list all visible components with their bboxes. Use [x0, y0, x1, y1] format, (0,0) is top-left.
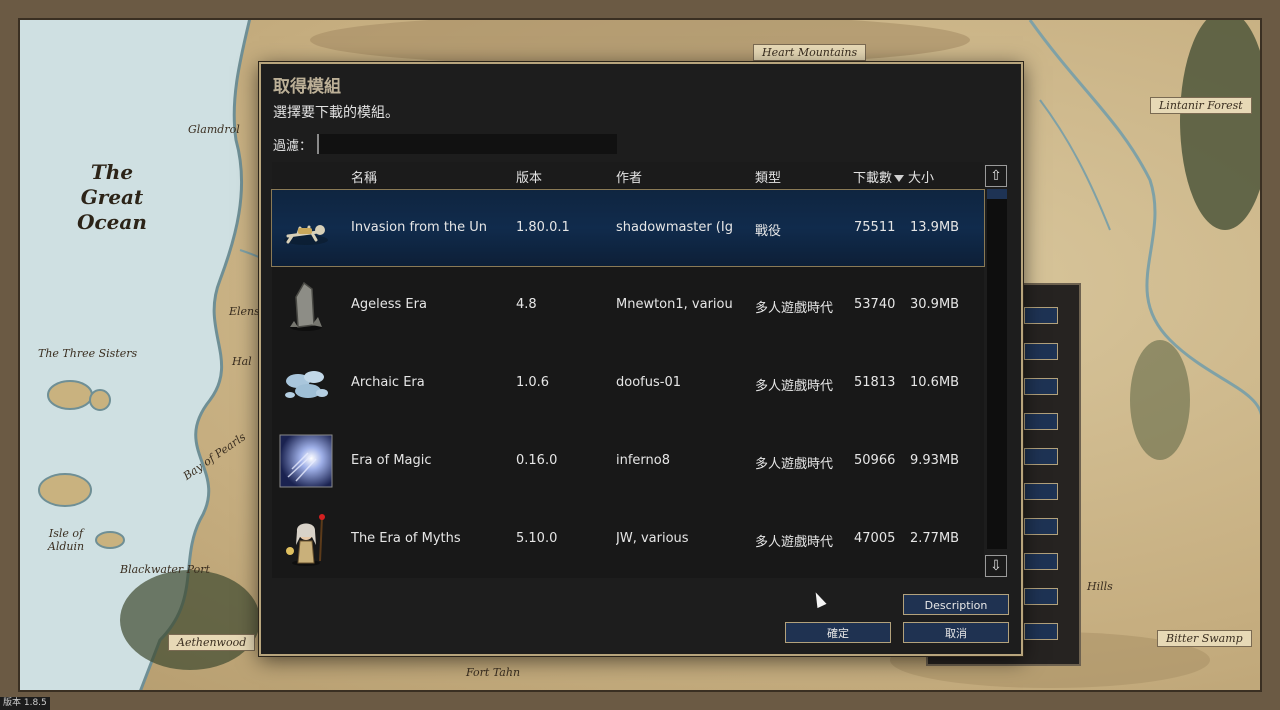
addon-author: doofus-01	[616, 375, 681, 390]
map-label-fort-tahn: Fort Tahn	[466, 666, 521, 679]
list-scrollbar[interactable]: ⇧ ⇩	[984, 162, 1010, 578]
cloud-icon	[285, 371, 328, 398]
addon-type: 多人遊戲時代	[755, 379, 834, 394]
addon-version: 0.16.0	[516, 453, 558, 468]
background-menu-button[interactable]	[1024, 588, 1058, 605]
addon-downloads: 53740	[854, 297, 896, 312]
map-label-elens: Elens	[229, 305, 260, 318]
addon-downloads: 75511	[854, 220, 896, 235]
addon-row[interactable]: Archaic Era 1.0.6 doofus-01 多人遊戲時代 51813…	[272, 345, 984, 421]
sort-descending-icon	[894, 175, 905, 182]
addon-type: 多人遊戲時代	[755, 301, 834, 316]
addon-name: Ageless Era	[351, 297, 427, 312]
map-plaque-aethenwood: Aethenwood	[168, 634, 256, 651]
addon-type: 多人遊戲時代	[755, 535, 834, 550]
filter-input[interactable]	[317, 134, 617, 154]
arrow-down-icon: ⇩	[990, 558, 1002, 574]
addon-name: Era of Magic	[351, 453, 432, 468]
map-label-three-sisters: The Three Sisters	[38, 347, 138, 360]
addon-version: 5.10.0	[516, 531, 558, 546]
addon-version: 1.0.6	[516, 375, 550, 390]
map-plaque-lintanir-forest: Lintanir Forest	[1150, 97, 1252, 114]
background-menu-button[interactable]	[1024, 378, 1058, 395]
addon-size: 13.9MB	[910, 220, 960, 235]
column-header-version[interactable]: 版本	[516, 167, 542, 186]
background-menu-button[interactable]	[1024, 448, 1058, 465]
addon-row[interactable]: Ageless Era 4.8 Mnewton1, variou 多人遊戲時代 …	[272, 267, 984, 343]
addon-downloads: 50966	[854, 453, 896, 468]
addon-name: Archaic Era	[351, 375, 425, 390]
background-menu-button[interactable]	[1024, 483, 1058, 500]
column-header-author[interactable]: 作者	[616, 167, 642, 186]
background-menu-button[interactable]	[1024, 413, 1058, 430]
magic-burst-icon	[279, 434, 333, 488]
background-menu-button[interactable]	[1024, 623, 1058, 640]
column-header-type[interactable]: 類型	[755, 167, 781, 186]
map-plaque-heart-mountains: Heart Mountains	[753, 44, 867, 61]
column-header-size[interactable]: 大小	[908, 167, 934, 186]
addon-downloads: 47005	[854, 531, 896, 546]
list-header: 名稱 版本 作者 類型 下載數 大小	[272, 162, 984, 188]
addon-author: shadowmaster (Ig	[616, 220, 733, 235]
filter-label: 過濾：	[273, 139, 313, 154]
arrow-up-icon: ⇧	[990, 168, 1002, 184]
dialog-title: 取得模組	[273, 77, 341, 97]
addon-size: 30.9MB	[910, 297, 960, 312]
cancel-button[interactable]: 取消	[903, 622, 1009, 643]
addon-version: 1.80.0.1	[516, 220, 570, 235]
ok-button[interactable]: 確定	[785, 622, 891, 643]
background-menu-button[interactable]	[1024, 553, 1058, 570]
version-label: 版本 1.8.5	[0, 697, 50, 710]
addon-row[interactable]: Invasion from the Un 1.80.0.1 shadowmast…	[271, 189, 985, 267]
map-label-hal: Hal	[232, 355, 252, 368]
background-menu-button[interactable]	[1024, 518, 1058, 535]
map-label-isle-of-alduin: Isle of Alduin	[47, 527, 85, 553]
column-header-name[interactable]: 名稱	[351, 167, 377, 186]
addon-author: JW, various	[616, 531, 689, 546]
addon-size: 9.93MB	[910, 453, 960, 468]
addon-version: 4.8	[516, 297, 537, 312]
stone-icon	[290, 281, 322, 331]
addon-row[interactable]: Era of Magic 0.16.0 inferno8 多人遊戲時代 5096…	[272, 423, 984, 499]
map-plaque-bitter-swamp: Bitter Swamp	[1157, 630, 1252, 647]
background-menu-button[interactable]	[1024, 343, 1058, 360]
map-label-blackwater-port: Blackwater Port	[120, 563, 210, 576]
column-header-downloads-label: 下載數	[853, 171, 893, 186]
skeleton-icon	[284, 225, 328, 245]
dialog-subtitle: 選擇要下載的模組。	[273, 105, 399, 121]
column-header-downloads[interactable]: 下載數	[853, 167, 905, 186]
get-addons-dialog: 取得模組 選擇要下載的模組。 過濾： 名稱 版本 作者 類型 下載數 大小 In…	[259, 62, 1023, 656]
addon-row[interactable]: The Era of Myths 5.10.0 JW, various 多人遊戲…	[272, 501, 984, 577]
addon-size: 10.6MB	[910, 375, 960, 390]
addon-type: 多人遊戲時代	[755, 457, 834, 472]
scroll-track[interactable]	[987, 189, 1007, 549]
scroll-up-button[interactable]: ⇧	[985, 165, 1007, 187]
addon-author: Mnewton1, variou	[616, 297, 733, 312]
addon-name: Invasion from the Un	[351, 220, 488, 235]
description-button[interactable]: Description	[903, 594, 1009, 615]
ocean-title: The Great Ocean	[77, 160, 147, 234]
addon-type: 戰役	[755, 224, 782, 239]
addon-size: 2.77MB	[910, 531, 960, 546]
scroll-down-button[interactable]: ⇩	[985, 555, 1007, 577]
background-menu-button[interactable]	[1024, 307, 1058, 324]
addon-downloads: 51813	[854, 375, 896, 390]
scroll-thumb[interactable]	[987, 189, 1007, 199]
addon-list: 名稱 版本 作者 類型 下載數 大小 Invasion from the Un …	[271, 162, 1007, 578]
mage-icon	[286, 514, 325, 566]
map-label-glamdrol: Glamdrol	[188, 123, 240, 136]
addon-author: inferno8	[616, 453, 671, 468]
map-label-hills: Hills	[1087, 580, 1113, 593]
addon-name: The Era of Myths	[351, 531, 461, 546]
